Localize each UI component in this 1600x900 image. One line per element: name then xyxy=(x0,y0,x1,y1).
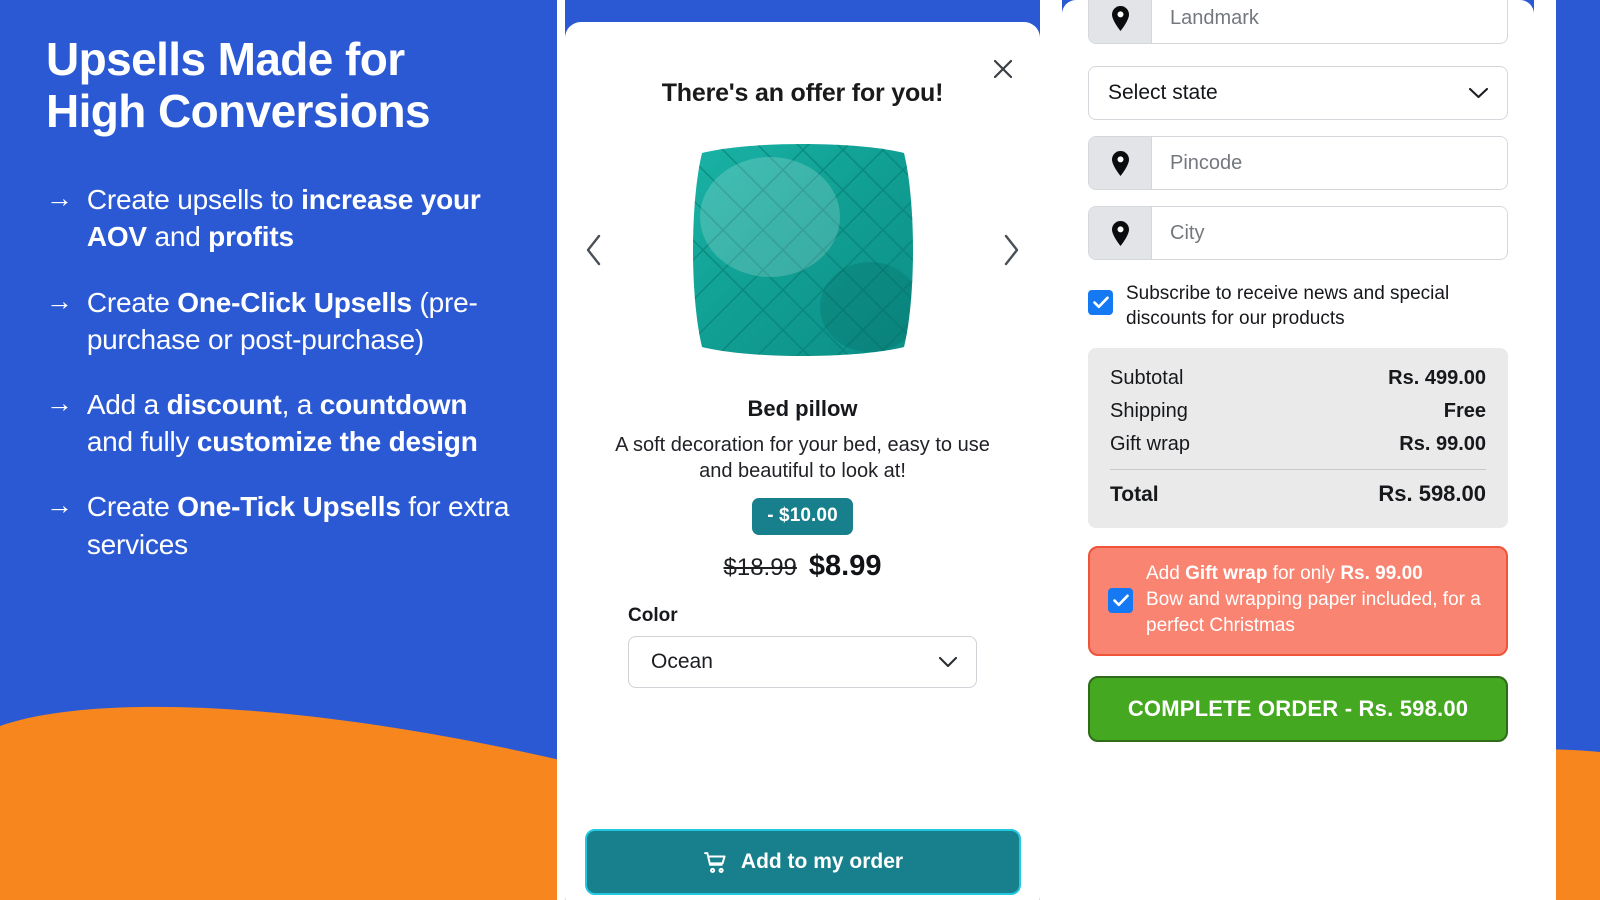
color-select-value: Ocean xyxy=(651,650,713,674)
order-summary: Subtotal Rs. 499.00 Shipping Free Gift w… xyxy=(1088,348,1508,529)
state-select[interactable]: Select state xyxy=(1088,66,1508,120)
summary-total-value: Rs. 598.00 xyxy=(1378,481,1486,507)
gutter-right xyxy=(1534,0,1556,900)
landmark-field[interactable]: Landmark xyxy=(1088,0,1508,44)
gutter-left xyxy=(557,0,565,900)
subscribe-checkbox[interactable] xyxy=(1088,290,1113,315)
offer-modal: There's an offer for you! Bed pillow A s… xyxy=(565,22,1040,900)
summary-value: Free xyxy=(1443,400,1486,423)
state-select-value: Select state xyxy=(1108,81,1218,104)
chevron-left-icon[interactable] xyxy=(577,228,611,272)
product-image-pillow xyxy=(680,127,926,373)
cart-icon xyxy=(703,850,728,875)
add-to-order-button[interactable]: Add to my order xyxy=(585,829,1021,895)
chevron-right-icon[interactable] xyxy=(994,228,1028,272)
summary-total-label: Total xyxy=(1110,483,1159,507)
product-description: A soft decoration for your bed, easy to … xyxy=(615,434,990,482)
price-original: $18.99 xyxy=(723,554,797,582)
complete-order-label: COMPLETE ORDER - Rs. 598.00 xyxy=(1127,695,1469,721)
price-row: $18.99 $8.99 xyxy=(565,550,1040,583)
product-gallery xyxy=(565,118,1040,382)
summary-value: Rs. 499.00 xyxy=(1388,367,1486,390)
location-pin-icon xyxy=(1089,207,1152,259)
location-pin-icon xyxy=(1089,137,1152,189)
color-select[interactable]: Ocean xyxy=(628,636,977,689)
summary-label: Gift wrap xyxy=(1110,433,1191,456)
subscribe-row[interactable]: Subscribe to receive news and special di… xyxy=(1088,282,1508,331)
summary-row-shipping: Shipping Free xyxy=(1110,395,1486,428)
chevron-down-icon xyxy=(1468,87,1489,100)
chevron-down-icon xyxy=(938,656,958,669)
city-field[interactable]: City xyxy=(1088,206,1508,260)
pincode-field[interactable]: Pincode xyxy=(1088,136,1508,190)
pincode-input[interactable]: Pincode xyxy=(1152,137,1507,189)
giftwrap-checkbox[interactable] xyxy=(1108,587,1133,613)
complete-order-button[interactable]: COMPLETE ORDER - Rs. 598.00 xyxy=(1088,675,1508,742)
summary-row-subtotal: Subtotal Rs. 499.00 xyxy=(1110,362,1486,395)
price-discounted: $8.99 xyxy=(808,550,882,583)
product-name: Bed pillow xyxy=(747,396,858,421)
screenshot-root: Upsells Made for High Conversions → Crea… xyxy=(0,0,1600,900)
summary-row-giftwrap: Gift wrap Rs. 99.00 xyxy=(1110,428,1486,461)
city-input[interactable]: City xyxy=(1152,207,1507,259)
offer-heading: There's an offer for you! xyxy=(661,79,944,107)
giftwrap-text: Add Gift wrap for only Rs. 99.00 Bow and … xyxy=(1146,563,1481,637)
discount-badge: - $10.00 xyxy=(752,498,853,536)
subscribe-label: Subscribe to receive news and special di… xyxy=(1126,283,1450,329)
location-pin-icon xyxy=(1089,0,1152,43)
summary-value: Rs. 99.00 xyxy=(1399,433,1486,456)
summary-row-total: Total Rs. 598.00 xyxy=(1110,474,1486,512)
summary-divider xyxy=(1110,469,1486,471)
color-label: Color xyxy=(628,605,678,627)
close-icon[interactable] xyxy=(988,54,1018,84)
add-to-order-label: Add to my order xyxy=(740,850,904,873)
summary-label: Subtotal xyxy=(1110,367,1184,390)
summary-label: Shipping xyxy=(1110,400,1188,423)
checkout-panel: Landmark Select state Pincode City Subsc… xyxy=(1062,0,1534,900)
discount-badge-row: - $10.00 xyxy=(565,498,1040,536)
landmark-input[interactable]: Landmark xyxy=(1152,0,1507,43)
giftwrap-upsell[interactable]: Add Gift wrap for only Rs. 99.00 Bow and … xyxy=(1088,546,1508,656)
gutter-mid xyxy=(1040,0,1062,900)
